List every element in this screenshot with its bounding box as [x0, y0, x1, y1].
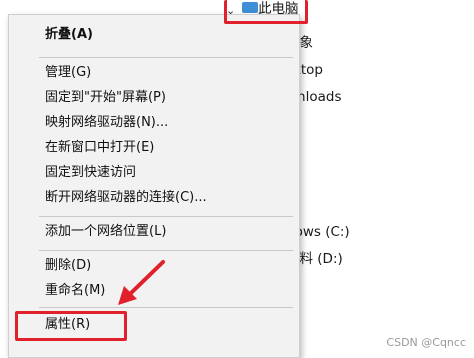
red-arrow-icon	[118, 260, 165, 305]
